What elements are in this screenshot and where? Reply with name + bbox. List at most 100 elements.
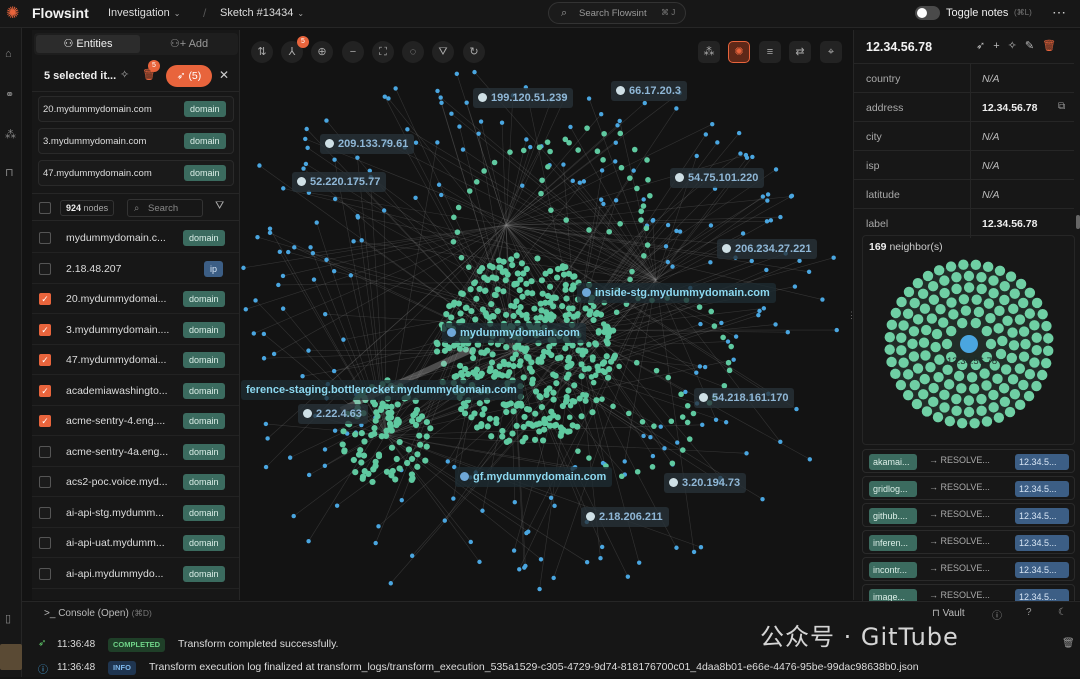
graph-node[interactable] xyxy=(756,313,760,317)
filter-icon[interactable]: ⛛ xyxy=(432,41,454,63)
graph-node[interactable] xyxy=(301,166,305,170)
graph-node[interactable] xyxy=(610,404,616,410)
graph-node[interactable] xyxy=(465,371,471,377)
graph-node[interactable] xyxy=(521,414,527,420)
graph-node[interactable] xyxy=(564,397,570,403)
graph-node[interactable] xyxy=(511,363,517,369)
neighbor-node[interactable] xyxy=(909,326,919,336)
neighbor-node[interactable] xyxy=(1020,339,1030,349)
graph-node[interactable] xyxy=(586,342,592,348)
graph-node[interactable] xyxy=(288,455,292,459)
neighbor-node[interactable] xyxy=(1043,346,1053,356)
neighbor-node[interactable] xyxy=(996,349,1006,359)
graph-node[interactable] xyxy=(413,422,419,428)
more-options-icon[interactable]: ⋯ xyxy=(1052,4,1066,21)
graph-node[interactable] xyxy=(593,341,599,347)
graph-node[interactable] xyxy=(664,244,668,248)
investigation-dropdown[interactable]: Investigation⌄ xyxy=(108,7,180,19)
graph-node-label[interactable]: 66.17.20.3 xyxy=(611,81,687,101)
graph-node[interactable] xyxy=(582,179,586,183)
graph-node[interactable] xyxy=(438,95,442,99)
graph-node[interactable] xyxy=(654,368,660,374)
graph-node[interactable] xyxy=(699,545,703,549)
graph-node[interactable] xyxy=(383,94,387,98)
graph-icon[interactable]: ⁂ xyxy=(5,128,16,141)
neighbor-node[interactable] xyxy=(999,295,1009,305)
neighbor-node[interactable] xyxy=(886,357,896,367)
graph-node[interactable] xyxy=(614,309,620,315)
neighbor-node[interactable] xyxy=(961,305,971,315)
neighbor-node[interactable] xyxy=(1043,333,1053,343)
graph-node[interactable] xyxy=(373,418,379,424)
graph-node[interactable] xyxy=(489,359,495,365)
neighbor-node[interactable] xyxy=(976,272,986,282)
sparkles-icon[interactable]: ✧ xyxy=(120,68,129,81)
graph-node[interactable] xyxy=(332,158,336,162)
graph-node[interactable] xyxy=(719,321,723,325)
graph-node[interactable] xyxy=(424,444,430,450)
graph-node[interactable] xyxy=(459,255,465,261)
graph-node[interactable] xyxy=(589,409,595,415)
graph-node[interactable] xyxy=(503,344,509,350)
graph-node[interactable] xyxy=(547,284,553,290)
graph-node[interactable] xyxy=(540,291,546,297)
graph-node[interactable] xyxy=(394,456,400,462)
graph-node[interactable] xyxy=(311,251,315,255)
graph-node[interactable] xyxy=(255,235,259,239)
graph-node[interactable] xyxy=(477,268,483,274)
graph-node[interactable] xyxy=(613,159,617,163)
graph-node[interactable] xyxy=(439,101,443,105)
graph-node[interactable] xyxy=(340,428,346,434)
graph-node[interactable] xyxy=(641,434,645,438)
neighbor-node[interactable] xyxy=(946,297,956,307)
graph-node[interactable] xyxy=(262,332,266,336)
graph-node[interactable] xyxy=(414,407,420,413)
neighbor-node[interactable] xyxy=(1037,309,1047,319)
graph-node[interactable] xyxy=(503,409,509,415)
graph-node[interactable] xyxy=(760,497,764,501)
graph-node[interactable] xyxy=(416,433,422,439)
graph-node[interactable] xyxy=(493,275,499,281)
graph-node[interactable] xyxy=(778,215,782,219)
graph-node[interactable] xyxy=(695,154,699,158)
fit-view-icon[interactable]: ⛶ xyxy=(372,41,394,63)
graph-node[interactable] xyxy=(599,112,603,116)
graph-node[interactable] xyxy=(368,432,374,438)
copy-icon[interactable]: ⧉ xyxy=(1058,101,1065,112)
graph-node[interactable] xyxy=(619,165,625,171)
graph-node[interactable] xyxy=(446,459,450,463)
neighbor-node[interactable] xyxy=(903,309,913,319)
graph-node[interactable] xyxy=(529,368,535,374)
graph-node[interactable] xyxy=(569,305,575,311)
row-checkbox[interactable] xyxy=(39,507,51,519)
graph-node[interactable] xyxy=(774,167,778,171)
graph-node[interactable] xyxy=(414,140,418,144)
graph-node[interactable] xyxy=(614,141,618,145)
neighbor-node[interactable] xyxy=(945,416,955,426)
entity-row[interactable]: 2.18.48.207ip xyxy=(32,254,240,284)
graph-node[interactable] xyxy=(341,337,345,341)
neighbor-node[interactable] xyxy=(903,390,913,400)
graph-node[interactable] xyxy=(451,214,457,220)
graph-node[interactable] xyxy=(575,311,581,317)
neighbor-node[interactable] xyxy=(1019,326,1029,336)
neighbor-node[interactable] xyxy=(988,275,998,285)
graph-node[interactable] xyxy=(638,208,644,214)
graph-node[interactable] xyxy=(619,473,625,479)
graph-node[interactable] xyxy=(520,438,526,444)
graph-node-label[interactable]: 2.22.4.63 xyxy=(298,404,368,424)
graph-node[interactable] xyxy=(369,479,375,485)
graph-node[interactable] xyxy=(674,106,678,110)
graph-node[interactable] xyxy=(512,548,516,552)
graph-node[interactable] xyxy=(545,349,551,355)
neighbor-node[interactable] xyxy=(1018,380,1028,390)
graph-node[interactable] xyxy=(502,268,508,274)
graph-svg[interactable] xyxy=(241,30,852,600)
graph-node[interactable] xyxy=(532,411,538,417)
graph-node[interactable] xyxy=(361,438,367,444)
graph-node[interactable] xyxy=(715,140,719,144)
graph-node[interactable] xyxy=(383,428,389,434)
graph-node[interactable] xyxy=(634,186,640,192)
graph-node[interactable] xyxy=(304,162,308,166)
neighbor-node[interactable] xyxy=(1015,363,1025,373)
